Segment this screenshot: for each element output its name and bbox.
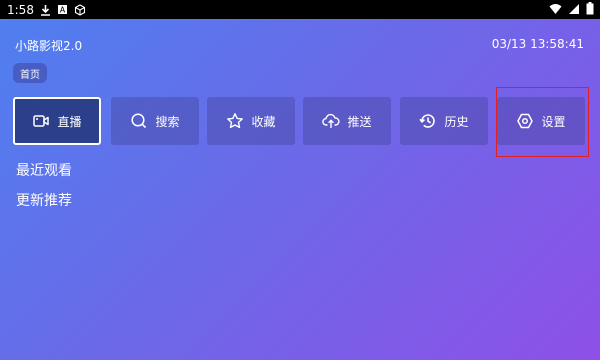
- cube-icon: [73, 3, 86, 16]
- wifi-icon: [549, 3, 562, 18]
- datetime-display: 03/13 13:58:41: [491, 37, 584, 51]
- nav-favorites-button[interactable]: 收藏: [207, 97, 295, 145]
- star-icon: [226, 112, 244, 130]
- nav-label: 搜索: [155, 114, 180, 129]
- nav-push-button[interactable]: 推送: [303, 97, 391, 145]
- recent-watched-heading[interactable]: 最近观看: [16, 160, 72, 180]
- status-time: 1:58: [7, 2, 34, 17]
- video-camera-icon: [32, 112, 50, 130]
- screen: 1:58 A 小路影视2.0 03/13 13:58:41 首页 直播 搜索 收…: [0, 0, 600, 360]
- nav-label: 推送: [347, 114, 372, 129]
- highlight-box: [496, 87, 589, 157]
- status-right-icons: [549, 2, 594, 18]
- update-recommend-heading[interactable]: 更新推荐: [16, 190, 72, 210]
- svg-text:A: A: [60, 6, 66, 15]
- nav-label: 历史: [444, 114, 469, 129]
- nav-history-button[interactable]: 历史: [400, 97, 488, 145]
- home-tab[interactable]: 首页: [13, 63, 47, 83]
- cloud-upload-icon: [322, 112, 341, 130]
- nav-label: 直播: [57, 114, 82, 129]
- nav-live-button[interactable]: 直播: [13, 97, 101, 145]
- search-icon: [130, 112, 148, 130]
- download-icon: [39, 3, 52, 16]
- app-title: 小路影视2.0: [15, 39, 83, 53]
- nav-label: 收藏: [251, 114, 276, 129]
- signal-icon: [568, 3, 580, 18]
- battery-icon: [586, 2, 594, 18]
- notification-icon: A: [56, 3, 69, 16]
- nav-search-button[interactable]: 搜索: [111, 97, 199, 145]
- status-bar: 1:58 A: [0, 0, 600, 19]
- history-icon: [419, 112, 437, 130]
